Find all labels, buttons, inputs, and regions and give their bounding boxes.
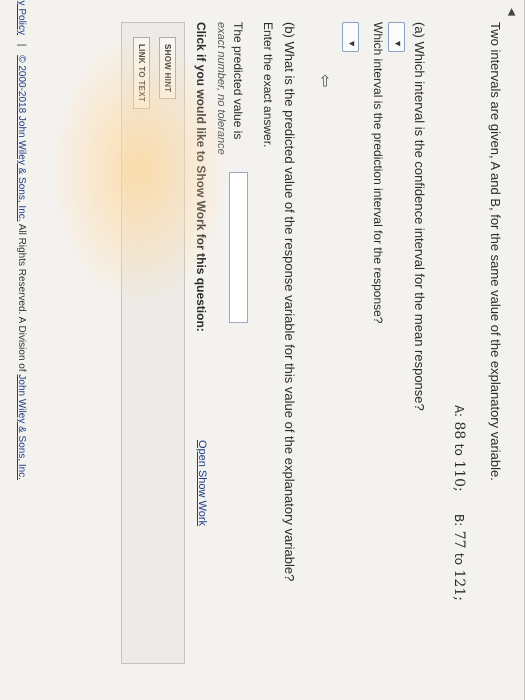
link-to-text-button[interactable]: LINK TO TEXT	[133, 37, 150, 110]
tolerance-note: exact number, no tolerance	[215, 22, 227, 155]
interval-a-high: 110	[451, 460, 467, 488]
privacy-policy-link[interactable]: acy Policy	[16, 0, 27, 35]
question-page: ◀ Two intervals are given, A and B, for …	[0, 0, 525, 700]
interval-b-sep: ;	[451, 596, 467, 601]
interval-a-label: A:	[452, 405, 466, 418]
predicted-value-input[interactable]	[229, 172, 248, 323]
footer-separator: |	[16, 43, 27, 47]
company-link[interactable]: John Wiley & Sons, Inc.	[16, 374, 27, 480]
chevron-down-icon: ▼	[347, 39, 357, 48]
show-work-prompt: Click if you would like to Show Work for…	[194, 22, 208, 332]
confidence-interval-select[interactable]: ▼	[388, 22, 405, 52]
part-a2-question: Which interval is the prediction interva…	[371, 22, 385, 324]
interval-a-sep: ;	[451, 487, 467, 492]
footer-rights: All Rights Reserved. A Division of	[16, 223, 27, 372]
show-hint-button[interactable]: SHOW HINT	[159, 37, 176, 100]
interval-a-to: to	[452, 443, 466, 456]
copyright-link[interactable]: © 2000-2018 John Wiley & Sons, Inc.	[16, 55, 27, 221]
help-panel: SHOW HINT LINK TO TEXT	[121, 22, 185, 664]
chevron-down-icon: ▼	[393, 39, 403, 48]
cursor-icon: ⇧	[318, 73, 332, 91]
prediction-interval-select[interactable]: ▼	[342, 22, 359, 52]
intervals-line: A: 88 to 110; B: 77 to 121;	[451, 405, 467, 601]
interval-b-high: 121	[451, 569, 467, 597]
open-show-work-link[interactable]: Open Show Work	[196, 440, 208, 526]
triangle-left-icon[interactable]: ◀	[506, 8, 517, 16]
footer: acy Policy | © 2000-2018 John Wiley & So…	[16, 0, 27, 480]
interval-b-to: to	[452, 553, 466, 566]
predicted-value-label: The predicted value is	[231, 22, 245, 140]
exact-answer-instruction: Enter the exact answer.	[261, 22, 275, 148]
interval-b-low: 77	[451, 530, 467, 549]
part-b-question: (b) What is the predicted value of the r…	[282, 22, 297, 582]
question-intro: Two intervals are given, A and B, for th…	[488, 22, 503, 481]
interval-a-low: 88	[451, 421, 467, 440]
part-a-question: (a) Which interval is the confidence int…	[412, 22, 427, 411]
interval-b-label: B:	[452, 514, 466, 527]
